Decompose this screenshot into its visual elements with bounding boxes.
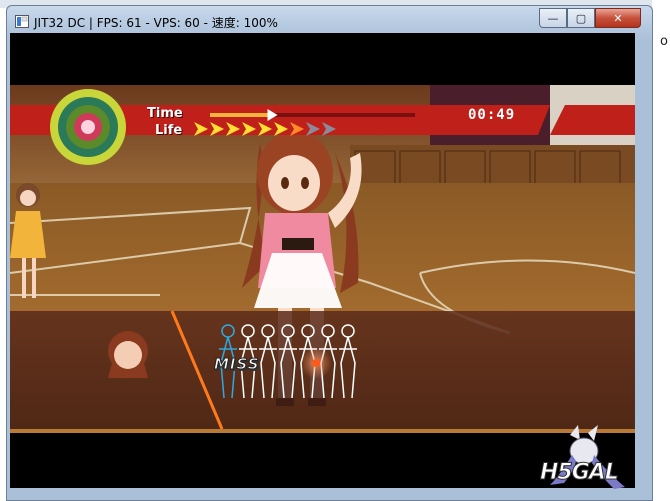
portrait-icon [108,331,148,378]
action-badge [50,89,126,165]
game-scene [10,33,635,488]
caption-buttons: — ▢ ✕ [539,8,641,28]
hud-ribbon-right [550,105,635,135]
window-title: JIT32 DC | FPS: 61 - VPS: 60 - 速度: 100% [34,16,278,30]
minimize-button[interactable]: — [539,8,567,28]
hit-spark-core [312,359,320,367]
maximize-button[interactable]: ▢ [567,8,595,28]
life-label: Life [155,123,183,138]
watermark-text: H5GAL [540,460,620,486]
game-viewport[interactable]: Time Life 00:49 MISS [10,33,635,488]
time-label: Time [147,106,183,121]
time-remaining: 00:49 [468,107,516,123]
desktop-background [652,0,670,499]
judgement-text: MISS [214,355,260,374]
app-icon [15,15,29,28]
letterbox-top [10,33,635,85]
time-progress-fill [210,113,272,117]
desktop-edge-text: o [660,34,668,49]
close-button[interactable]: ✕ [595,8,641,28]
